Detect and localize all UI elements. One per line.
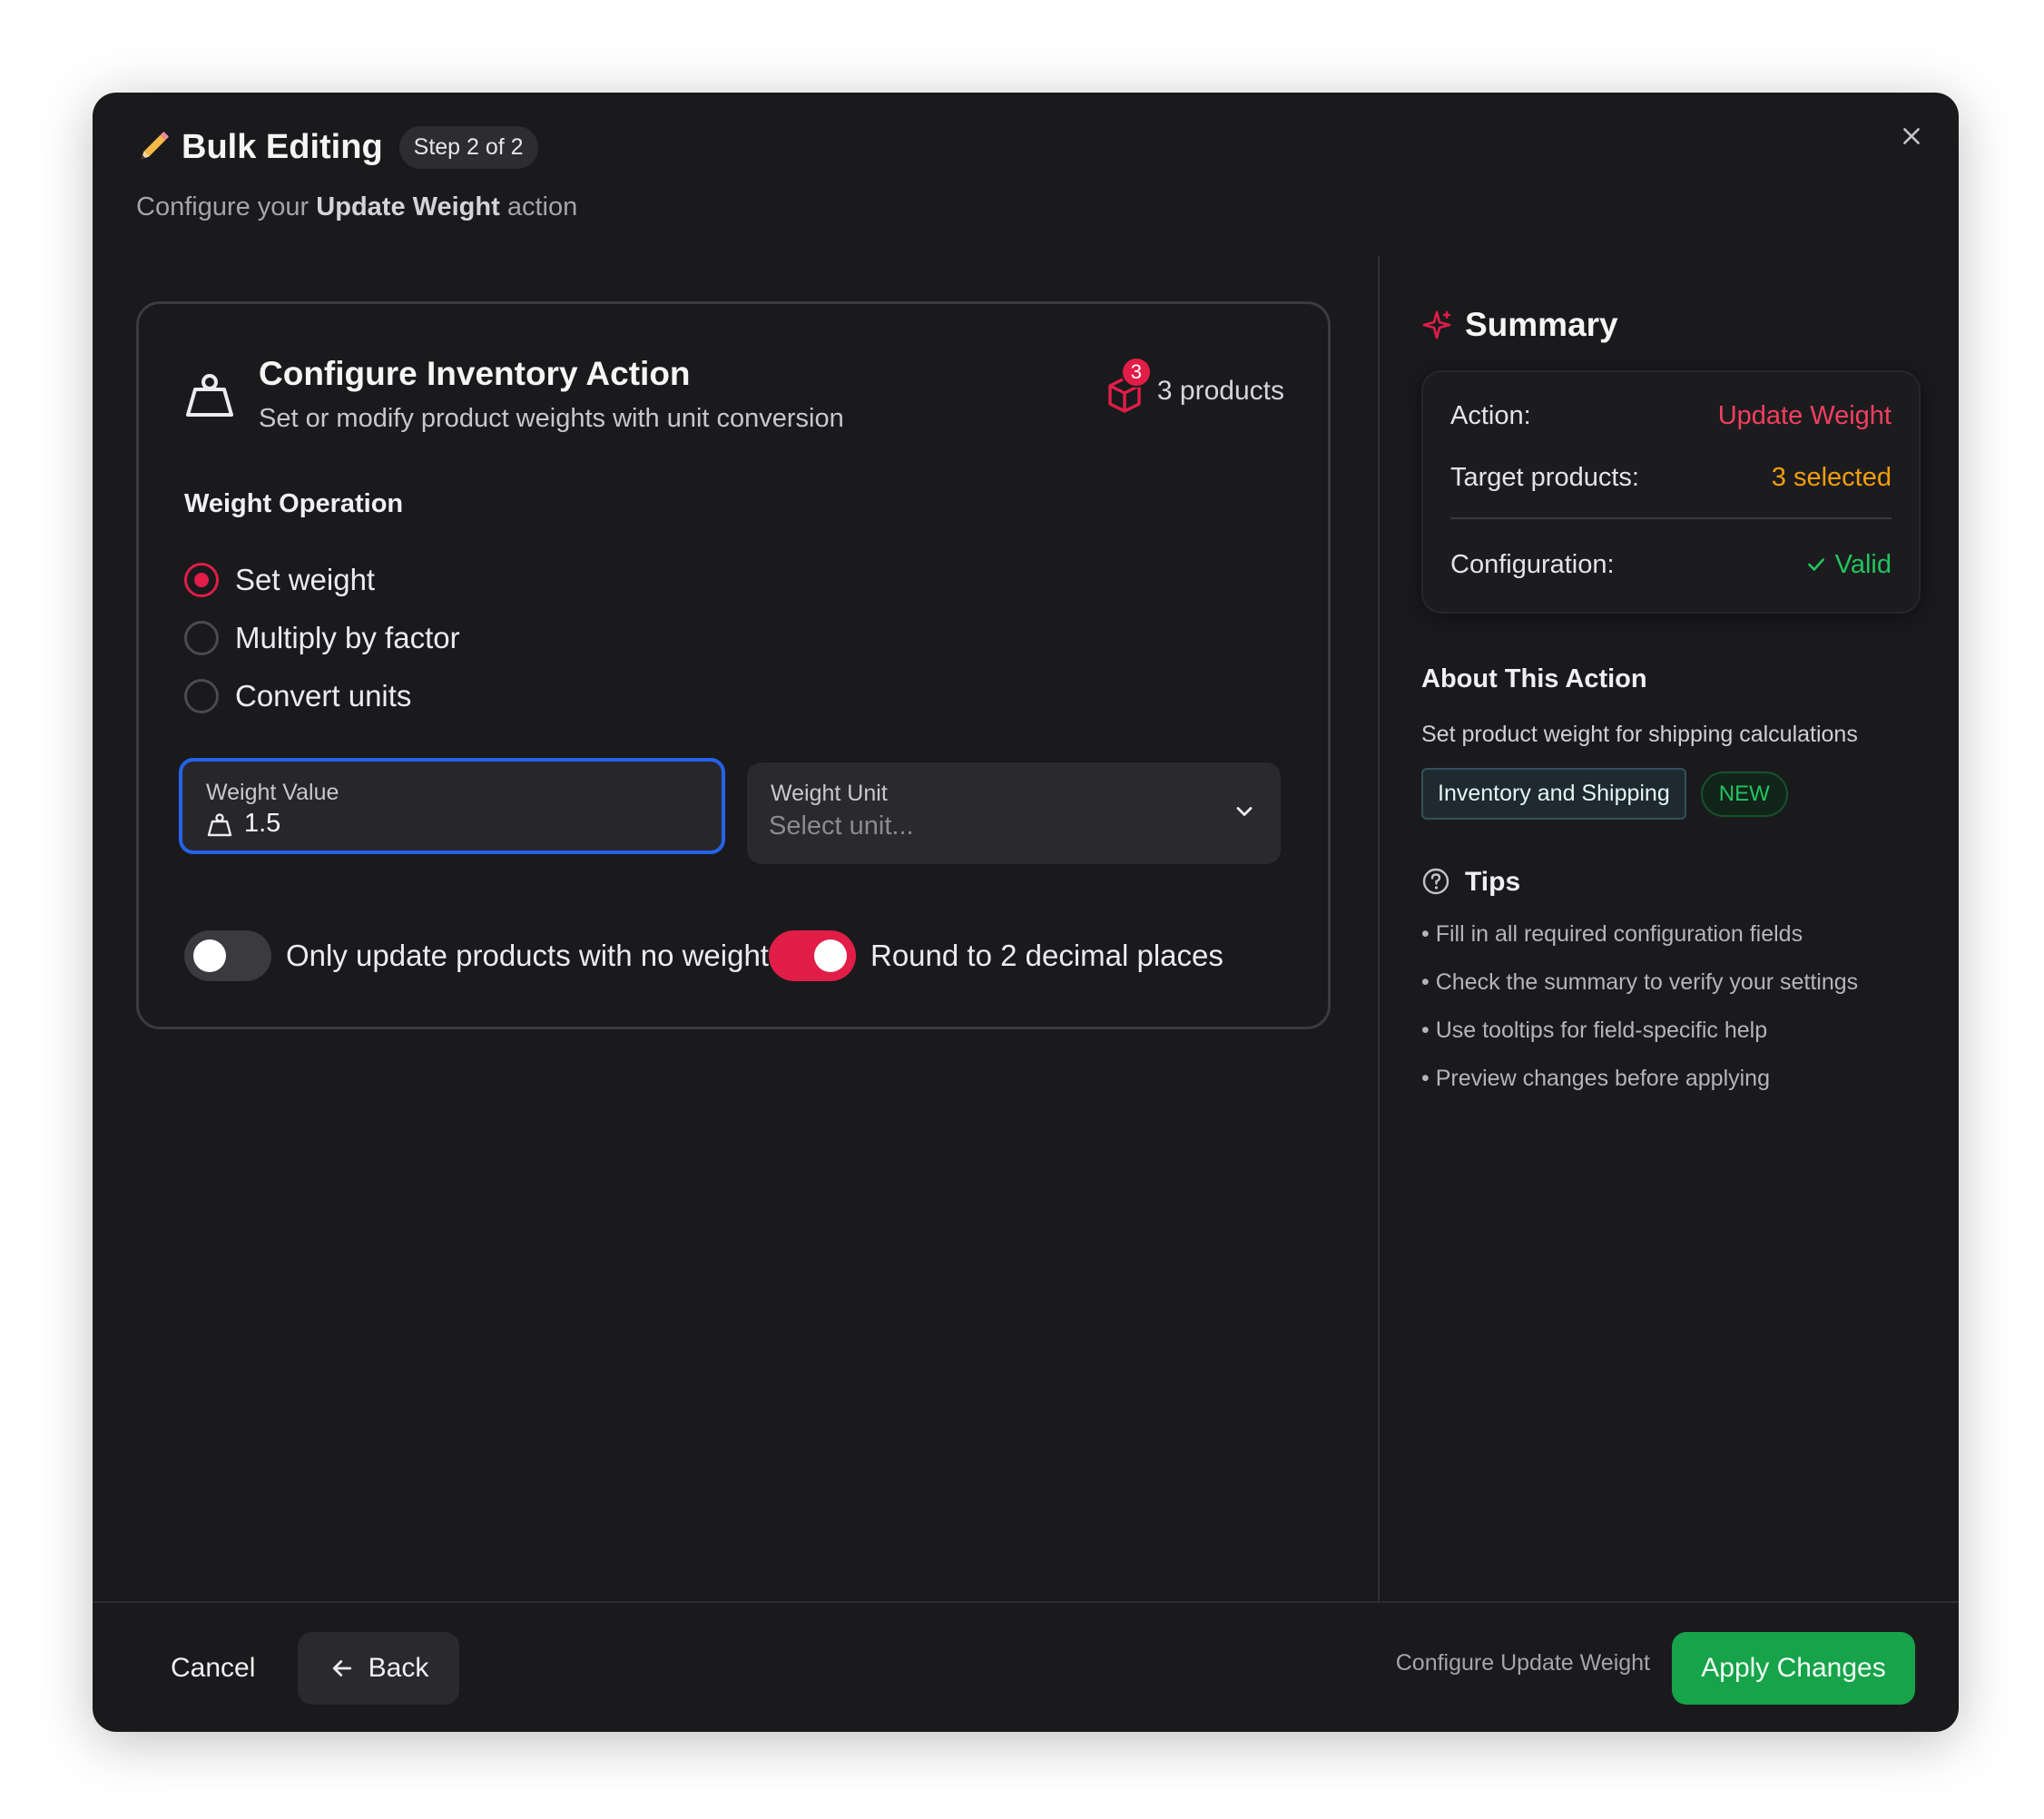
summary-key: Configuration:: [1450, 549, 1615, 579]
about-tags: Inventory and Shipping NEW: [1421, 768, 1921, 820]
weight-icon: [206, 811, 233, 838]
options-row: Only update products with no weight Roun…: [184, 930, 1223, 981]
radio-set-weight[interactable]: Set weight: [184, 560, 460, 600]
radio-label: Multiply by factor: [235, 621, 460, 654]
weight-unit-placeholder: Select unit...: [769, 811, 914, 841]
dialog-title: Bulk Editing: [182, 127, 383, 166]
radio-convert-units[interactable]: Convert units: [184, 676, 460, 716]
toggle-round-decimals[interactable]: [768, 930, 856, 981]
tip-item: Check the summary to verify your setting…: [1421, 969, 1921, 1018]
dialog-header: Bulk Editing Step 2 of 2 Configure your …: [136, 125, 577, 222]
card-description: Set or modify product weights with unit …: [259, 404, 844, 433]
check-icon: [1807, 558, 1824, 571]
summary-value: 3 selected: [1771, 462, 1892, 492]
summary-row-action: Action: Update Weight: [1450, 394, 1892, 438]
subtitle-prefix: Configure your: [136, 192, 310, 221]
footer-hint: Configure Update Weight: [1395, 1650, 1650, 1676]
radio-button[interactable]: [184, 621, 219, 655]
toggle-label: Round to 2 decimal places: [870, 939, 1223, 972]
tips-list: Fill in all required configuration field…: [1421, 921, 1921, 1114]
configure-card: Configure Inventory Action Set or modify…: [136, 301, 1331, 1029]
weight-value-input[interactable]: Weight Value 1.5: [179, 758, 725, 854]
tip-item: Use tooltips for field-specific help: [1421, 1018, 1921, 1066]
weight-operation-label: Weight Operation: [184, 489, 404, 518]
toggle-only-empty-weight[interactable]: [184, 930, 271, 981]
radio-label: Convert units: [235, 679, 412, 713]
summary-panel: Summary Action: Update Weight Target pro…: [1421, 303, 1921, 1114]
subtitle-action: Update Weight: [316, 192, 500, 221]
help-circle-icon: [1421, 867, 1452, 898]
step-indicator: Step 2 of 2: [398, 125, 538, 169]
summary-key: Action:: [1450, 400, 1531, 430]
about-description: Set product weight for shipping calculat…: [1421, 722, 1858, 747]
tips-header: Tips: [1421, 867, 1921, 898]
bulk-edit-dialog: Bulk Editing Step 2 of 2 Configure your …: [93, 93, 1959, 1732]
about-title: About This Action: [1421, 664, 1647, 693]
weight-operation-radio-group: Set weight Multiply by factor Convert un…: [184, 560, 460, 734]
back-button[interactable]: Back: [298, 1632, 459, 1705]
apply-changes-button[interactable]: Apply Changes: [1672, 1632, 1915, 1705]
radio-multiply-by-factor[interactable]: Multiply by factor: [184, 618, 460, 658]
summary-value: Valid: [1834, 549, 1892, 579]
weight-icon: [182, 368, 237, 426]
toggle-label: Only update products with no weight: [286, 939, 769, 972]
summary-status: Valid: [1804, 550, 1892, 580]
footer-separator: [93, 1601, 1959, 1603]
back-label: Back: [368, 1653, 429, 1683]
sparkle-icon: [1421, 310, 1452, 340]
summary-separator: [1450, 517, 1892, 519]
weight-value-label: Weight Value: [206, 780, 339, 805]
radio-button[interactable]: [184, 679, 219, 713]
cube-icon: 3: [1105, 357, 1152, 415]
radio-label: Set weight: [235, 563, 376, 596]
summary-title: Summary: [1465, 306, 1618, 343]
tip-item: Fill in all required configuration field…: [1421, 921, 1921, 969]
weight-unit-select[interactable]: Weight Unit Select unit...: [747, 762, 1281, 864]
weight-value-text[interactable]: 1.5: [244, 809, 280, 839]
new-badge: NEW: [1700, 771, 1788, 817]
panel-divider: [1378, 256, 1380, 1601]
summary-value: Update Weight: [1717, 400, 1892, 430]
arrow-left-icon: [329, 1655, 356, 1682]
chevron-down-icon[interactable]: [1232, 799, 1257, 824]
subtitle-suffix: action: [506, 192, 578, 221]
weight-unit-label: Weight Unit: [771, 781, 888, 806]
dialog-subtitle: Configure your Update Weight action: [136, 192, 577, 222]
summary-box: Action: Update Weight Target products: 3…: [1421, 370, 1921, 614]
tip-item: Preview changes before applying: [1421, 1066, 1921, 1114]
radio-button[interactable]: [184, 563, 219, 597]
summary-row-configuration: Configuration: Valid: [1450, 543, 1892, 586]
products-count: 3 3 products: [1105, 357, 1284, 415]
pencil-icon: [136, 129, 172, 165]
product-count-badge: 3: [1120, 357, 1152, 388]
close-icon[interactable]: [1892, 116, 1931, 156]
products-label: 3 products: [1156, 376, 1284, 406]
cancel-button[interactable]: Cancel: [138, 1632, 288, 1705]
summary-key: Target products:: [1450, 462, 1639, 492]
tips-title: Tips: [1465, 867, 1521, 897]
summary-row-target: Target products: 3 selected: [1450, 456, 1892, 499]
category-tag: Inventory and Shipping: [1421, 768, 1686, 820]
card-title: Configure Inventory Action: [259, 355, 691, 392]
